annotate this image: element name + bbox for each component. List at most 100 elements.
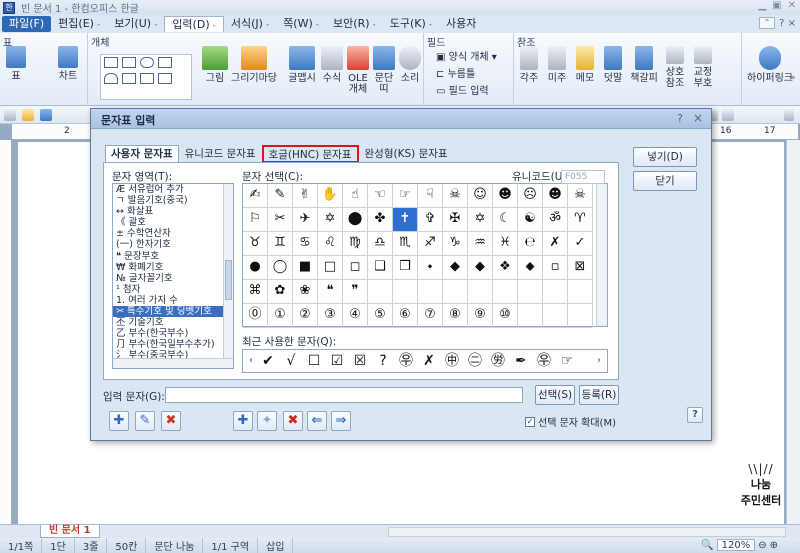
- menu-page[interactable]: 쪽(W) -: [276, 16, 326, 32]
- menu-security[interactable]: 보안(R) -: [326, 16, 383, 32]
- char-cell[interactable]: [368, 280, 393, 304]
- dialog-close-icon[interactable]: ×: [693, 111, 703, 125]
- help-icon[interactable]: ? ×: [779, 18, 796, 29]
- area-list-item[interactable]: 1. 여러 가지 수: [113, 295, 233, 306]
- sound-button[interactable]: 소리: [398, 46, 422, 84]
- line-shape-icon[interactable]: [158, 57, 172, 68]
- char-cell[interactable]: ⑥: [393, 304, 418, 328]
- menu-format[interactable]: 서식(J) -: [224, 16, 276, 32]
- ole-button[interactable]: OLE 개체: [346, 46, 370, 95]
- table-button[interactable]: 표: [4, 46, 28, 82]
- char-cell[interactable]: ⓪: [243, 304, 268, 328]
- menu-tools[interactable]: 도구(K) -: [383, 16, 439, 32]
- char-cell[interactable]: ☾: [493, 208, 518, 232]
- char-cell[interactable]: ✍: [243, 184, 268, 208]
- char-cell[interactable]: ②: [293, 304, 318, 328]
- picture-market-button[interactable]: 그리기마당: [228, 46, 280, 84]
- area-list-item[interactable]: ㄱ 발음기호(중국): [113, 195, 233, 206]
- char-cell[interactable]: ⬩: [418, 256, 443, 280]
- char-cell[interactable]: [443, 280, 468, 304]
- recent-char[interactable]: ☒: [351, 352, 369, 370]
- char-cell[interactable]: ⌘: [243, 280, 268, 304]
- recent-char[interactable]: √: [282, 352, 300, 370]
- area-list[interactable]: Æ 서유럽어 추가 ㄱ 발음기호(중국) ↔ 화살표 《 괄호 ± 수학연산자 (一) 한…: [112, 183, 234, 369]
- edit-set-icon[interactable]: ✎: [135, 411, 155, 431]
- glyph-button[interactable]: 글맵시: [286, 46, 318, 84]
- recent-next-icon[interactable]: ›: [592, 353, 606, 369]
- char-cell[interactable]: ❀: [293, 280, 318, 304]
- menu-user[interactable]: 사용자: [439, 16, 483, 32]
- toolbar-more-icon[interactable]: [784, 109, 794, 121]
- area-list-scrollbar[interactable]: [223, 184, 233, 358]
- char-cell[interactable]: ✡: [468, 208, 493, 232]
- char-cell[interactable]: [543, 304, 568, 328]
- register-button[interactable]: 등록(R): [579, 385, 619, 405]
- dialog-help-icon[interactable]: ?: [677, 112, 683, 125]
- char-cell[interactable]: ◆: [468, 256, 493, 280]
- add-char-icon[interactable]: ✚: [233, 411, 253, 431]
- char-cell[interactable]: ☝: [343, 184, 368, 208]
- add-set-icon[interactable]: ✚: [109, 411, 129, 431]
- insert-button[interactable]: 넣기(D): [633, 147, 697, 167]
- recent-char[interactable]: ☑: [328, 352, 346, 370]
- char-cell[interactable]: ♌: [318, 232, 343, 256]
- char-cell[interactable]: ●: [243, 256, 268, 280]
- save-icon[interactable]: [40, 109, 52, 121]
- footnote-button[interactable]: 각주: [516, 46, 542, 84]
- char-cell[interactable]: ⑨: [468, 304, 493, 328]
- select-button[interactable]: 선택(S): [535, 385, 575, 405]
- input-chars-field[interactable]: [165, 387, 523, 403]
- zoom-icon[interactable]: 🔍: [701, 540, 713, 551]
- char-cell[interactable]: ☹: [518, 184, 543, 208]
- char-cell[interactable]: ☜: [368, 184, 393, 208]
- char-cell[interactable]: ♒: [468, 232, 493, 256]
- document-tab[interactable]: 빈 문서 1: [40, 525, 100, 538]
- ribbon-collapse-icon[interactable]: ⌃: [759, 17, 776, 29]
- char-cell[interactable]: ♑: [443, 232, 468, 256]
- char-cell[interactable]: ④: [343, 304, 368, 328]
- arc-shape-icon[interactable]: [104, 73, 118, 84]
- char-cell[interactable]: ①: [268, 304, 293, 328]
- char-cell[interactable]: ♎: [368, 232, 393, 256]
- char-cell[interactable]: ✝: [393, 208, 418, 232]
- char-grid[interactable]: ✍ ✎ ✌ ✋ ☝ ☜ ☞ ☟ ☠ ☺ ☻ ☹ ☻ ☠ ⚐ ✂ ✈ ✡ ⬤ ✤ ✝ ✞ ✠ ✡ ☾ ☯ ॐ ♈ ♉ ♊ ♋ ♌ ♍ ♎ ♏ ♐ ♑ ♒ ♓ ℮…: [242, 183, 608, 328]
- char-cell[interactable]: ⑤: [368, 304, 393, 328]
- char-cell[interactable]: [518, 280, 543, 304]
- status-mode[interactable]: 삽입: [258, 538, 294, 553]
- char-cell[interactable]: ☯: [518, 208, 543, 232]
- area-list-item[interactable]: ✂ 특수기호 및 딩벳기호: [113, 306, 233, 318]
- char-cell[interactable]: ❑: [368, 256, 393, 280]
- recent-char[interactable]: ㉾: [397, 352, 415, 370]
- area-list-item[interactable]: ↔ 화살표: [113, 206, 233, 217]
- paragraph-band-button[interactable]: 문단 띠: [372, 46, 396, 95]
- menu-view[interactable]: 보기(U) -: [107, 16, 164, 32]
- char-cell[interactable]: ▫: [543, 256, 568, 280]
- recent-prev-icon[interactable]: ‹: [244, 353, 258, 369]
- recent-char[interactable]: ☞: [558, 352, 576, 370]
- char-cell[interactable]: ⚐: [243, 208, 268, 232]
- bookmark-button[interactable]: 책갈피: [628, 46, 660, 84]
- char-cell[interactable]: ✞: [418, 208, 443, 232]
- char-cell[interactable]: ◻: [343, 256, 368, 280]
- char-cell[interactable]: ♋: [293, 232, 318, 256]
- char-cell[interactable]: ♐: [418, 232, 443, 256]
- tab-ks-charmap[interactable]: 완성형(KS) 문자표: [359, 145, 454, 163]
- recent-char[interactable]: ☐: [305, 352, 323, 370]
- rect2-shape-icon[interactable]: [122, 57, 136, 68]
- char-cell[interactable]: ☠: [443, 184, 468, 208]
- char-cell[interactable]: [468, 280, 493, 304]
- area-list-item[interactable]: ₩ 화폐기호: [113, 262, 233, 273]
- area-list-item[interactable]: ± 수학연산자: [113, 228, 233, 239]
- cross-ref-button[interactable]: 상호 참조: [662, 46, 688, 89]
- char-cell[interactable]: ⑩: [493, 304, 518, 328]
- memo-button[interactable]: 메모: [572, 46, 598, 84]
- char-cell[interactable]: ■: [293, 256, 318, 280]
- char-cell[interactable]: ✡: [318, 208, 343, 232]
- char-cell[interactable]: [418, 280, 443, 304]
- char-cell[interactable]: ❞: [343, 280, 368, 304]
- char-cell[interactable]: ♈: [568, 208, 593, 232]
- char-cell[interactable]: [518, 304, 543, 328]
- shapes-gallery[interactable]: [100, 54, 192, 100]
- area-list-item[interactable]: (一) 한자기호: [113, 239, 233, 250]
- remove-char-icon[interactable]: ✖: [283, 411, 303, 431]
